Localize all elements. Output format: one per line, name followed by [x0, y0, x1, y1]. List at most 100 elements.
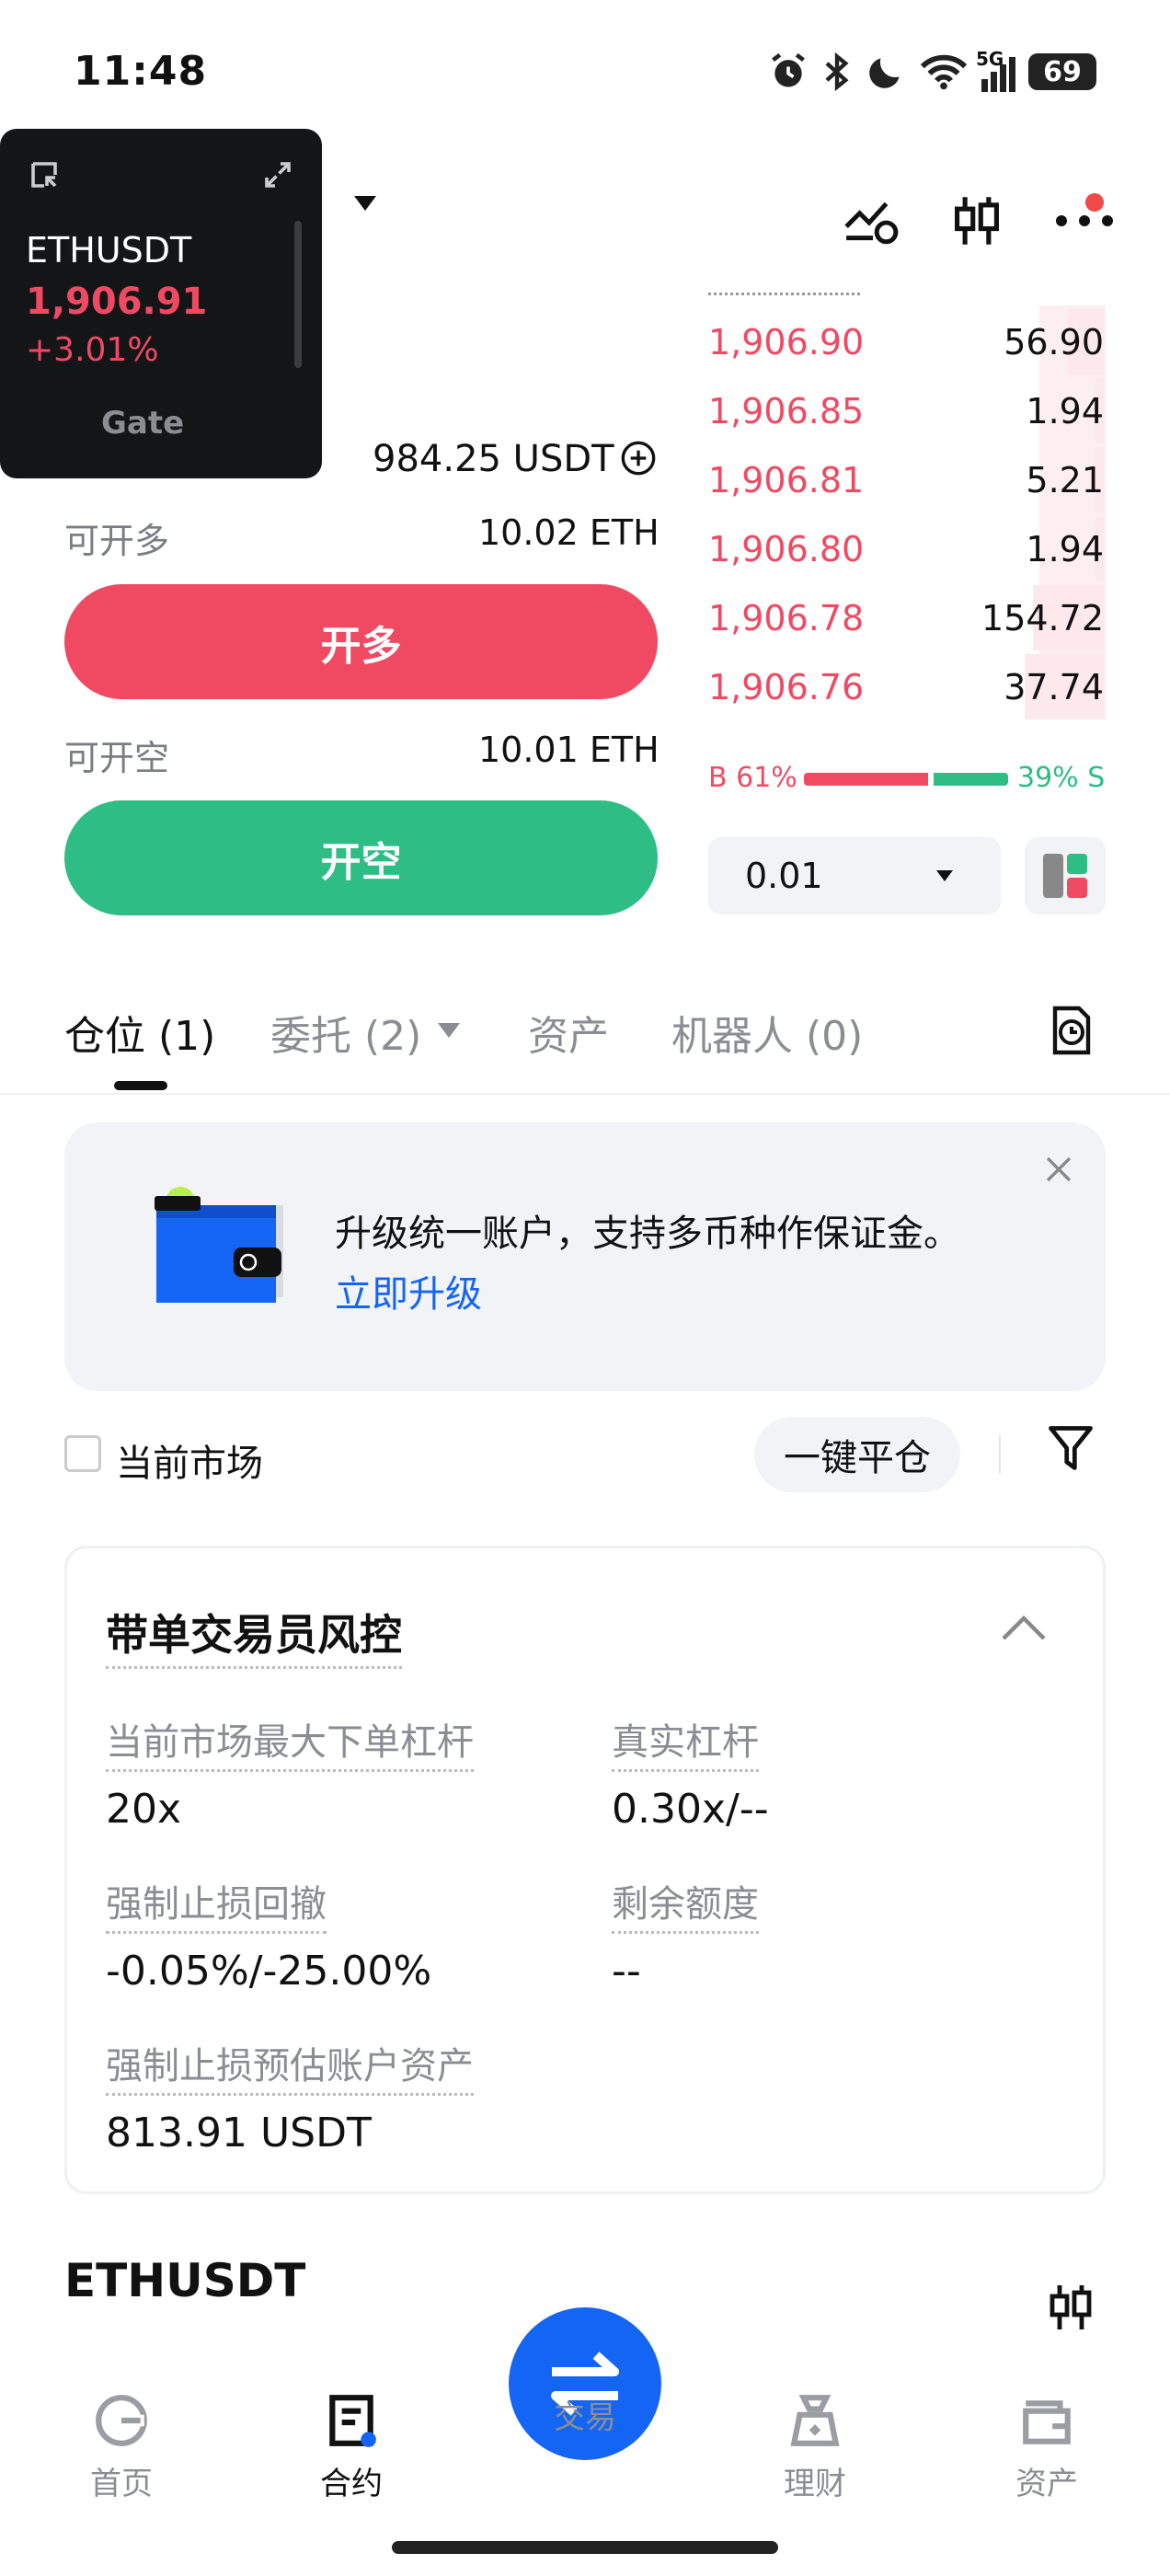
ask-quantity: 154.72 — [981, 597, 1104, 638]
home-indicator — [392, 2541, 778, 2554]
ticker-change: +3.01% — [26, 331, 159, 369]
nav-home[interactable]: 首页 — [48, 2392, 195, 2503]
cellular-icon: 5G — [976, 48, 1015, 92]
orderbook-row[interactable]: 1,906.76 37.74 — [708, 652, 1104, 721]
sell-ratio: 39% S — [1017, 762, 1106, 794]
sell-ratio-bar — [934, 773, 1008, 786]
orderbook-row[interactable]: 1,906.90 56.90 — [708, 307, 1104, 376]
chevron-up-icon[interactable] — [1000, 1615, 1048, 1642]
symbol-dropdown-icon[interactable] — [351, 193, 379, 213]
short-available-value: 10.01 ETH — [478, 730, 660, 770]
stop-loss-assets-label: 强制止损预估账户资产 — [106, 2036, 474, 2096]
more-icon[interactable] — [1054, 212, 1115, 230]
floating-ticker-window[interactable]: ETHUSDT 1,906.91 +3.01% Gate — [0, 129, 322, 478]
filter-icon[interactable] — [1047, 1422, 1095, 1474]
position-symbol[interactable]: ETHUSDT — [64, 2254, 305, 2307]
tab-active-indicator — [114, 1081, 167, 1090]
position-chart-icon[interactable] — [1045, 2282, 1096, 2333]
real-leverage-label: 真实杠杆 — [612, 1712, 759, 1772]
ask-quantity: 56.90 — [1004, 321, 1104, 362]
finance-icon — [790, 2395, 840, 2446]
candlestick-icon[interactable] — [951, 193, 1003, 248]
ask-quantity: 1.94 — [1026, 528, 1104, 569]
wallet-icon — [1023, 2400, 1071, 2444]
orderbook-row[interactable]: 1,906.78 154.72 — [708, 583, 1104, 652]
open-short-button[interactable]: 开空 — [64, 800, 658, 915]
tab-assets[interactable]: 资产 — [528, 1003, 609, 1062]
stop-loss-assets-value: 813.91 USDT — [106, 2110, 372, 2156]
chart-settings-icon[interactable] — [843, 196, 900, 246]
battery-indicator: 69 — [1028, 53, 1096, 90]
stop-loss-drawdown-label: 强制止损回撤 — [106, 1874, 327, 1934]
status-icons: 5G 69 — [768, 48, 1096, 92]
close-icon[interactable] — [1043, 1154, 1074, 1185]
nav-home-label: 首页 — [90, 2466, 153, 2502]
close-all-button[interactable]: 一键平仓 — [754, 1417, 960, 1492]
nav-contract-label: 合约 — [320, 2466, 383, 2502]
trade-fab-button[interactable] — [509, 2307, 661, 2460]
notification-dot — [1085, 193, 1104, 212]
ask-quantity: 1.94 — [1026, 390, 1104, 431]
layout-toggle-icon — [1043, 854, 1087, 898]
long-available-value: 10.02 ETH — [478, 512, 660, 553]
buy-ratio: B 61% — [708, 762, 797, 794]
ticker-symbol: ETHUSDT — [26, 230, 192, 270]
bluetooth-icon — [825, 52, 849, 92]
gate-logo: Gate — [101, 405, 185, 442]
expand-icon[interactable] — [261, 158, 294, 191]
short-available-label: 可开空 — [64, 738, 170, 778]
tab-orders[interactable]: 委托 (2) — [270, 1003, 421, 1062]
ask-price: 1,906.80 — [708, 528, 865, 569]
max-leverage-label: 当前市场最大下单杠杆 — [106, 1712, 474, 1772]
ticker-price: 1,906.91 — [26, 281, 208, 323]
tabs-divider — [0, 1093, 1170, 1095]
real-leverage-value: 0.30x/-- — [612, 1786, 769, 1833]
picture-in-picture-icon[interactable] — [28, 158, 61, 191]
ask-price: 1,906.78 — [708, 597, 865, 638]
ask-quantity: 5.21 — [1026, 459, 1104, 500]
wallet-illustration-icon — [155, 1187, 283, 1303]
current-market-checkbox[interactable] — [64, 1435, 101, 1472]
max-leverage-value: 20x — [106, 1786, 182, 1833]
tab-bots[interactable]: 机器人 (0) — [671, 1003, 863, 1062]
status-time: 11:48 — [74, 48, 208, 95]
buy-ratio-bar — [804, 773, 928, 786]
wifi-icon — [920, 54, 968, 90]
orderbook-row[interactable]: 1,906.85 1.94 — [708, 376, 1104, 445]
current-market-label: 当前市场 — [116, 1443, 263, 1485]
history-icon[interactable] — [1049, 1005, 1095, 1056]
nav-trade-label[interactable]: 交易 — [511, 2392, 659, 2437]
home-icon — [96, 2395, 147, 2446]
remaining-quota-value: -- — [612, 1948, 641, 1995]
open-long-button[interactable]: 开多 — [64, 584, 658, 699]
contract-icon — [329, 2395, 376, 2447]
tab-positions[interactable]: 仓位 (1) — [64, 1003, 215, 1062]
nav-assets[interactable]: 资产 — [973, 2392, 1120, 2503]
available-balance: 984.25 USDT — [373, 438, 614, 480]
add-funds-icon[interactable] — [620, 440, 657, 477]
nav-finance-label: 理财 — [784, 2466, 846, 2502]
nav-finance[interactable]: 理财 — [741, 2392, 889, 2503]
network-type: 5G — [976, 48, 1004, 70]
orderbook-layout-button[interactable] — [1025, 837, 1106, 914]
filter-divider — [999, 1435, 1001, 1474]
orderbook-divider — [708, 293, 860, 295]
orders-dropdown-icon[interactable] — [436, 1021, 462, 1040]
orderbook-row[interactable]: 1,906.81 5.21 — [708, 445, 1104, 514]
ask-price: 1,906.90 — [708, 321, 865, 362]
upgrade-now-link[interactable]: 立即升级 — [335, 1264, 482, 1317]
risk-card-title: 带单交易员风控 — [106, 1602, 402, 1669]
precision-select[interactable]: 0.01 — [708, 837, 1001, 914]
risk-control-card: 带单交易员风控 当前市场最大下单杠杆 20x 真实杠杆 0.30x/-- 强制止… — [64, 1546, 1106, 2194]
ask-price: 1,906.85 — [708, 390, 865, 431]
header-actions — [843, 193, 1115, 248]
ticker-scrollbar — [294, 221, 302, 368]
nav-contract[interactable]: 合约 — [278, 2392, 425, 2503]
stop-loss-drawdown-value: -0.05%/-25.00% — [106, 1948, 432, 1995]
banner-text: 升级统一账户，支持多币种作保证金。 — [335, 1213, 960, 1255]
alarm-icon — [772, 52, 805, 87]
upgrade-banner[interactable]: 升级统一账户，支持多币种作保证金。 立即升级 — [64, 1122, 1106, 1391]
orderbook-row[interactable]: 1,906.80 1.94 — [708, 514, 1104, 583]
long-available-label: 可开多 — [64, 521, 170, 561]
precision-value: 0.01 — [745, 856, 823, 896]
